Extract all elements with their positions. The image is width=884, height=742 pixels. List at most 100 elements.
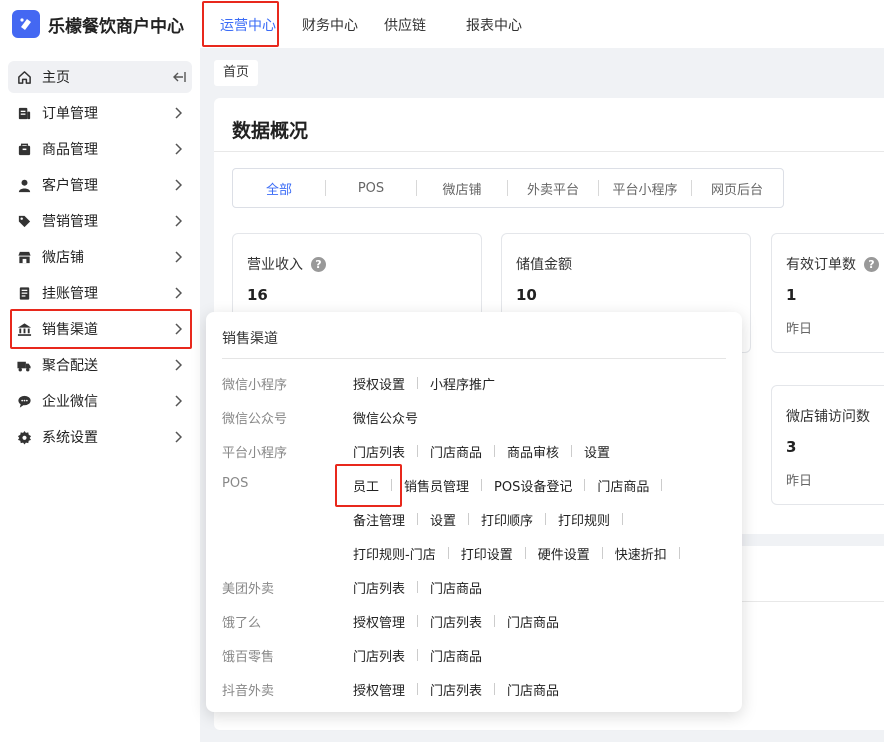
flyout-link[interactable]: 小程序推广	[430, 374, 495, 393]
sidebar-item-ledger[interactable]: 挂账管理	[8, 277, 192, 309]
flyout-category: 美团外卖	[222, 582, 275, 597]
tab-platform-miniprogram[interactable]: 平台小程序	[599, 168, 691, 208]
flyout-link[interactable]: 门店商品	[597, 476, 649, 495]
flyout-link[interactable]: 门店列表	[353, 646, 405, 665]
flyout-title: 销售渠道	[222, 331, 278, 347]
link-separator	[481, 479, 483, 491]
flyout-link[interactable]: 商品审核	[507, 442, 559, 461]
flyout-link[interactable]: 打印设置	[461, 544, 513, 563]
chevron-right-icon	[172, 323, 184, 335]
sidebar-item-settings[interactable]: 系统设置	[8, 421, 192, 453]
stat-label: 微店铺访问数	[786, 409, 870, 425]
sidebar-item-micro-store[interactable]: 微店铺	[8, 241, 192, 273]
gear-icon	[16, 429, 32, 445]
flyout-link[interactable]: 门店列表	[430, 680, 482, 699]
sidebar-item-customers[interactable]: 客户管理	[8, 169, 192, 201]
breadcrumb-tab-home[interactable]: 首页	[214, 60, 259, 86]
flyout-link[interactable]: 门店列表	[353, 578, 405, 597]
sidebar-item-marketing[interactable]: 营销管理	[8, 205, 192, 237]
flyout-link[interactable]: 授权设置	[353, 374, 405, 393]
flyout-link[interactable]: 门店商品	[430, 442, 482, 461]
divider	[742, 601, 884, 602]
flyout-link[interactable]: 门店列表	[353, 442, 405, 461]
sidebar-item-goods[interactable]: 商品管理	[8, 133, 192, 165]
flyout-link[interactable]: 设置	[584, 442, 610, 461]
flyout-link[interactable]: 员工	[353, 476, 379, 495]
sidebar-item-sales-channel[interactable]: 销售渠道	[8, 313, 192, 345]
flyout-link[interactable]: 授权管理	[353, 680, 405, 699]
flyout-links: 授权管理 门店列表 门店商品	[353, 677, 559, 701]
flyout-row-douyin: 抖音外卖 授权管理 门店列表 门店商品	[206, 677, 742, 701]
sidebar-item-home[interactable]: 主页	[8, 61, 192, 93]
flyout-link[interactable]: 打印规则-门店	[353, 544, 436, 563]
flyout-link[interactable]: 门店商品	[507, 680, 559, 699]
flyout-links: 打印规则-门店 打印设置 硬件设置 快速折扣	[353, 541, 692, 565]
stat-value: 1	[786, 286, 797, 304]
flyout-category: 饿了么	[222, 616, 262, 631]
sidebar-item-wecom[interactable]: 企业微信	[8, 385, 192, 417]
store-icon	[16, 249, 32, 265]
flyout-link[interactable]: 打印顺序	[481, 510, 533, 529]
link-separator	[417, 581, 419, 593]
top-nav-operations[interactable]: 运营中心	[220, 15, 276, 35]
collapse-icon[interactable]	[172, 71, 186, 83]
stat-label-text: 有效订单数	[786, 257, 856, 273]
chevron-right-icon	[172, 395, 184, 407]
flyout-link[interactable]: 快速折扣	[615, 544, 667, 563]
chevron-right-icon	[172, 431, 184, 443]
flyout-link[interactable]: POS设备登记	[494, 476, 572, 495]
tab-takeout-platform[interactable]: 外卖平台	[508, 168, 598, 208]
flyout-link[interactable]: 打印规则	[558, 510, 610, 529]
sidebar-item-label: 营销管理	[42, 214, 98, 230]
home-icon	[16, 69, 32, 85]
link-separator	[391, 479, 393, 491]
flyout-category: 微信公众号	[222, 412, 288, 427]
link-separator	[661, 479, 663, 491]
ledger-icon	[16, 285, 32, 301]
page-title: 数据概况	[232, 120, 309, 142]
sidebar-item-label: 微店铺	[42, 250, 84, 266]
help-icon[interactable]: ?	[311, 256, 326, 272]
flyout-link[interactable]: 硬件设置	[538, 544, 590, 563]
flyout-link[interactable]: 微信公众号	[353, 408, 418, 427]
top-nav-supply-chain[interactable]: 供应链	[384, 15, 426, 35]
link-separator	[417, 615, 419, 627]
truck-icon	[16, 357, 32, 373]
tab-all[interactable]: 全部	[233, 168, 325, 208]
flyout-row-wechat-official: 微信公众号 微信公众号	[206, 405, 742, 429]
flyout-row-pos: POS 员工 销售员管理 POS设备登记 门店商品	[206, 473, 742, 497]
flyout-category: 抖音外卖	[222, 684, 275, 699]
flyout-link[interactable]: 销售员管理	[404, 476, 469, 495]
flyout-links: 门店列表 门店商品	[353, 575, 482, 599]
sidebar-item-label: 销售渠道	[42, 322, 98, 338]
flyout-row-pos-3: 打印规则-门店 打印设置 硬件设置 快速折扣	[206, 541, 742, 565]
stat-label: 有效订单数?	[786, 254, 879, 274]
link-separator	[468, 513, 470, 525]
sidebar-item-orders[interactable]: 订单管理	[8, 97, 192, 129]
flyout-link[interactable]: 门店商品	[430, 578, 482, 597]
flyout-row-platform-miniprogram: 平台小程序 门店列表 门店商品 商品审核 设置	[206, 439, 742, 463]
tab-pos[interactable]: POS	[326, 168, 416, 208]
tab-micro-store[interactable]: 微店铺	[417, 168, 507, 208]
link-separator	[601, 547, 603, 559]
top-nav-finance[interactable]: 财务中心	[302, 15, 358, 35]
flyout-link[interactable]: 授权管理	[353, 612, 405, 631]
brand-name: 乐檬餐饮商户中心	[48, 17, 184, 37]
link-separator	[494, 445, 496, 457]
stat-period: 昨日	[786, 322, 813, 337]
help-icon[interactable]: ?	[864, 256, 879, 272]
flyout-link[interactable]: 门店列表	[430, 612, 482, 631]
chevron-right-icon	[172, 215, 184, 227]
sidebar-item-delivery[interactable]: 聚合配送	[8, 349, 192, 381]
flyout-link[interactable]: 备注管理	[353, 510, 405, 529]
link-separator	[417, 445, 419, 457]
top-nav-reports[interactable]: 报表中心	[466, 15, 522, 35]
flyout-link[interactable]: 门店商品	[507, 612, 559, 631]
flyout-link[interactable]: 设置	[430, 510, 456, 529]
link-separator	[494, 615, 496, 627]
flyout-row-pos-2: 备注管理 设置 打印顺序 打印规则	[206, 507, 742, 531]
sidebar-item-label: 客户管理	[42, 178, 98, 194]
flyout-link[interactable]: 门店商品	[430, 646, 482, 665]
tab-web-admin[interactable]: 网页后台	[692, 168, 782, 208]
sidebar-item-label: 主页	[42, 70, 70, 86]
